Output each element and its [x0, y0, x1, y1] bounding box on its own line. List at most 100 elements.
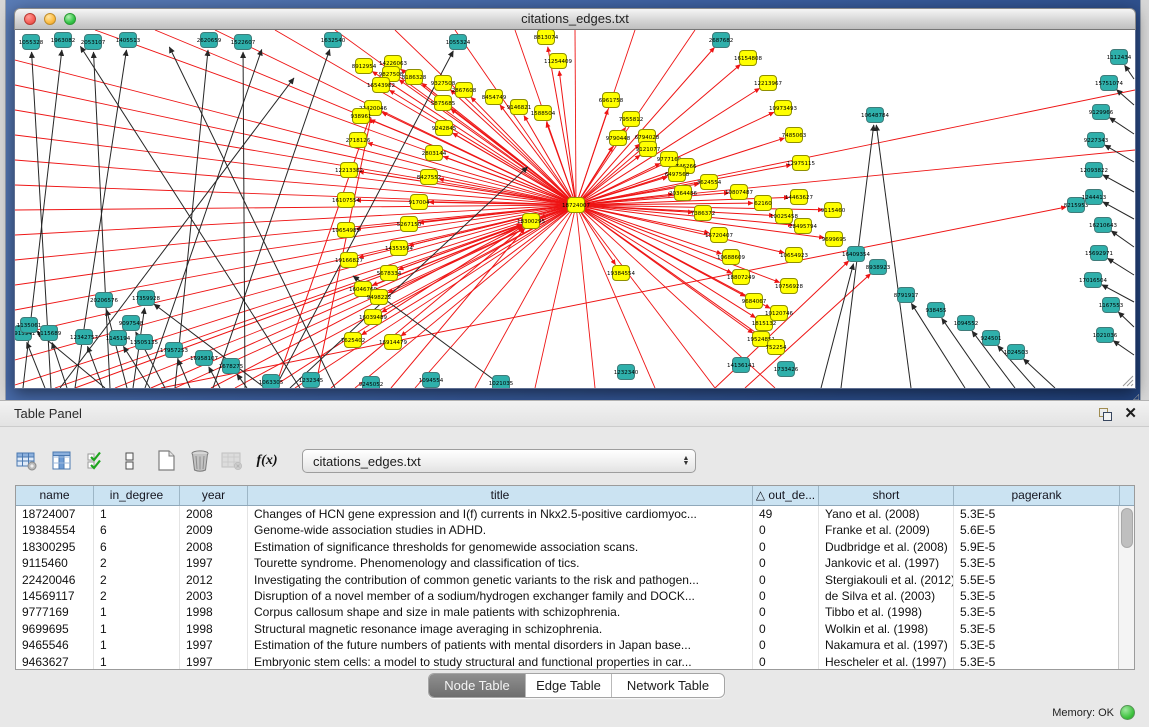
dropdown-arrows-icon: ▲▼ — [677, 456, 695, 466]
table-cell: Estimation of the future numbers of pati… — [248, 637, 753, 653]
graph-node-label: 9684067 — [742, 299, 767, 305]
table-row[interactable]: 911546021997Tourette syndrome. Phenomeno… — [16, 555, 1134, 571]
table-cell: 1 — [94, 604, 180, 620]
graph-node-label: 16154808 — [734, 56, 762, 62]
table-cell: Tibbo et al. (1998) — [819, 604, 954, 620]
graph-node-label: 9699695 — [822, 237, 847, 243]
table-cell: 5.3E-5 — [954, 506, 1120, 522]
network-view-window: citations_edges.txt 89129541422606398275… — [14, 8, 1136, 389]
table-row[interactable]: 2242004622012Investigating the contribut… — [16, 572, 1134, 588]
table-row[interactable]: 1456911722003Disruption of a novel membe… — [16, 588, 1134, 604]
window-title: citations_edges.txt — [15, 9, 1135, 29]
row-height-icon[interactable] — [117, 448, 143, 474]
new-table-icon[interactable] — [153, 448, 179, 474]
table-cell: 0 — [753, 539, 819, 555]
select-rows-icon[interactable] — [84, 448, 110, 474]
graph-node-label: 10025458 — [770, 214, 798, 220]
table-cell: 19384554 — [16, 522, 94, 538]
float-window-icon[interactable] — [1097, 406, 1113, 427]
table-cell: 22420046 — [16, 572, 94, 588]
graph-node-label: 10973493 — [769, 106, 797, 112]
table-type-tabs: Node TableEdge TableNetwork Table — [428, 673, 725, 698]
tab-node-table[interactable]: Node Table — [429, 674, 525, 697]
graph-node-label: 1063305 — [259, 380, 284, 386]
column-header-year[interactable]: year — [180, 486, 248, 505]
graph-node-label: 16210643 — [1089, 223, 1117, 229]
table-cell: 5.3E-5 — [954, 654, 1120, 670]
resize-grip-icon[interactable] — [1120, 373, 1134, 387]
window-titlebar[interactable]: citations_edges.txt — [14, 8, 1136, 30]
table-cell: 2008 — [180, 506, 248, 522]
table-row[interactable]: 946362711997Embryonic stem cells: a mode… — [16, 654, 1134, 670]
graph-node-label: 7625402 — [341, 338, 366, 344]
graph-node-label: 1963082 — [51, 38, 76, 44]
graph-node-label: 2620659 — [197, 38, 222, 44]
graph-node-label: 1522607 — [231, 40, 256, 46]
table-selector-dropdown[interactable]: citations_edges.txt ▲▼ — [302, 449, 696, 473]
status-bar: Memory: OK — [1052, 705, 1135, 720]
attribute-table[interactable]: namein_degreeyeartitle△ out_de...shortpa… — [15, 485, 1135, 670]
graph-node-label: 1112434 — [1107, 55, 1132, 61]
graph-node-label: 28495794 — [789, 224, 817, 230]
table-cell: 5.3E-5 — [954, 555, 1120, 571]
table-row[interactable]: 1872400712008Changes of HCN gene express… — [16, 506, 1134, 522]
graph-node-label: 10654985 — [332, 228, 360, 234]
graph-node-label: 9121077 — [636, 147, 661, 153]
column-header-short[interactable]: short — [819, 486, 954, 505]
import-table-icon[interactable] — [219, 448, 245, 474]
graph-node-label: 2718126 — [346, 138, 371, 144]
graph-node-label: 1232340 — [614, 370, 639, 376]
graph-node-label: 8912954 — [352, 64, 377, 70]
graph-node-label: 12975115 — [787, 161, 815, 167]
column-header-name[interactable]: name — [16, 486, 94, 505]
table-row[interactable]: 1938455462009Genome-wide association stu… — [16, 522, 1134, 538]
table-row[interactable]: 1830029562008Estimation of significance … — [16, 539, 1134, 555]
function-builder-icon[interactable]: f(x) — [254, 448, 280, 474]
network-canvas[interactable]: 8912954142260639827508165439828186328932… — [14, 30, 1136, 389]
graph-node-label: 16958107 — [190, 356, 218, 362]
table-scrollbar[interactable] — [1118, 506, 1134, 669]
table-row[interactable]: 969969511998Structural magnetic resonanc… — [16, 621, 1134, 637]
table-cell: 1997 — [180, 654, 248, 670]
tab-edge-table[interactable]: Edge Table — [525, 674, 611, 697]
graph-node-label: 14353594 — [385, 246, 413, 252]
delete-table-icon[interactable] — [187, 448, 213, 474]
table-row[interactable]: 977716911998Corpus callosum shape and si… — [16, 604, 1134, 620]
scrollbar-thumb[interactable] — [1121, 508, 1133, 548]
graph-node-label: 8427552 — [417, 175, 442, 181]
table-cell: 2 — [94, 588, 180, 604]
graph-node-label: 9146821 — [507, 105, 532, 111]
tab-network-table[interactable]: Network Table — [611, 674, 724, 697]
table-cell: 5.9E-5 — [954, 539, 1120, 555]
close-window-icon[interactable] — [24, 13, 36, 25]
table-settings-icon[interactable] — [14, 448, 40, 474]
table-cell: Wolkin et al. (1998) — [819, 621, 954, 637]
graph-node-label: 15720407 — [705, 233, 733, 239]
graph-node-label: 16543982 — [367, 83, 395, 89]
graph-node-label: 1021035 — [489, 381, 514, 387]
graph-node-label: 2867608 — [452, 88, 477, 94]
graph-node-label: 1232345 — [299, 378, 324, 384]
column-header-out_de[interactable]: △ out_de... — [753, 486, 819, 505]
graph-node-label: 917004 — [409, 200, 430, 206]
panel-resize-handle-icon[interactable]: ◿ — [1133, 392, 1139, 401]
table-row[interactable]: 946554611997Estimation of the future num… — [16, 637, 1134, 653]
graph-node-label: 1244413 — [1082, 195, 1107, 201]
close-panel-icon[interactable]: ✕ — [1124, 404, 1137, 422]
graph-node-label: 924501 — [981, 336, 1002, 342]
minimize-window-icon[interactable] — [44, 13, 56, 25]
zoom-window-icon[interactable] — [64, 13, 76, 25]
graph-node-label: 16107554 — [332, 198, 360, 204]
column-header-in_degree[interactable]: in_degree — [94, 486, 180, 505]
table-cell: Hescheler et al. (1997) — [819, 654, 954, 670]
table-cell: 2012 — [180, 572, 248, 588]
left-panel-edge — [0, 0, 6, 400]
show-columns-icon[interactable] — [49, 448, 75, 474]
table-cell: 1998 — [180, 621, 248, 637]
graph-node-label: 12213967 — [754, 81, 782, 87]
column-header-pagerank[interactable]: pagerank — [954, 486, 1120, 505]
graph-node-label: 20206576 — [90, 298, 118, 304]
citation-network-graph[interactable]: 8912954142260639827508165439828186328932… — [15, 30, 1135, 388]
column-header-title[interactable]: title — [248, 486, 753, 505]
table-cell: 0 — [753, 555, 819, 571]
